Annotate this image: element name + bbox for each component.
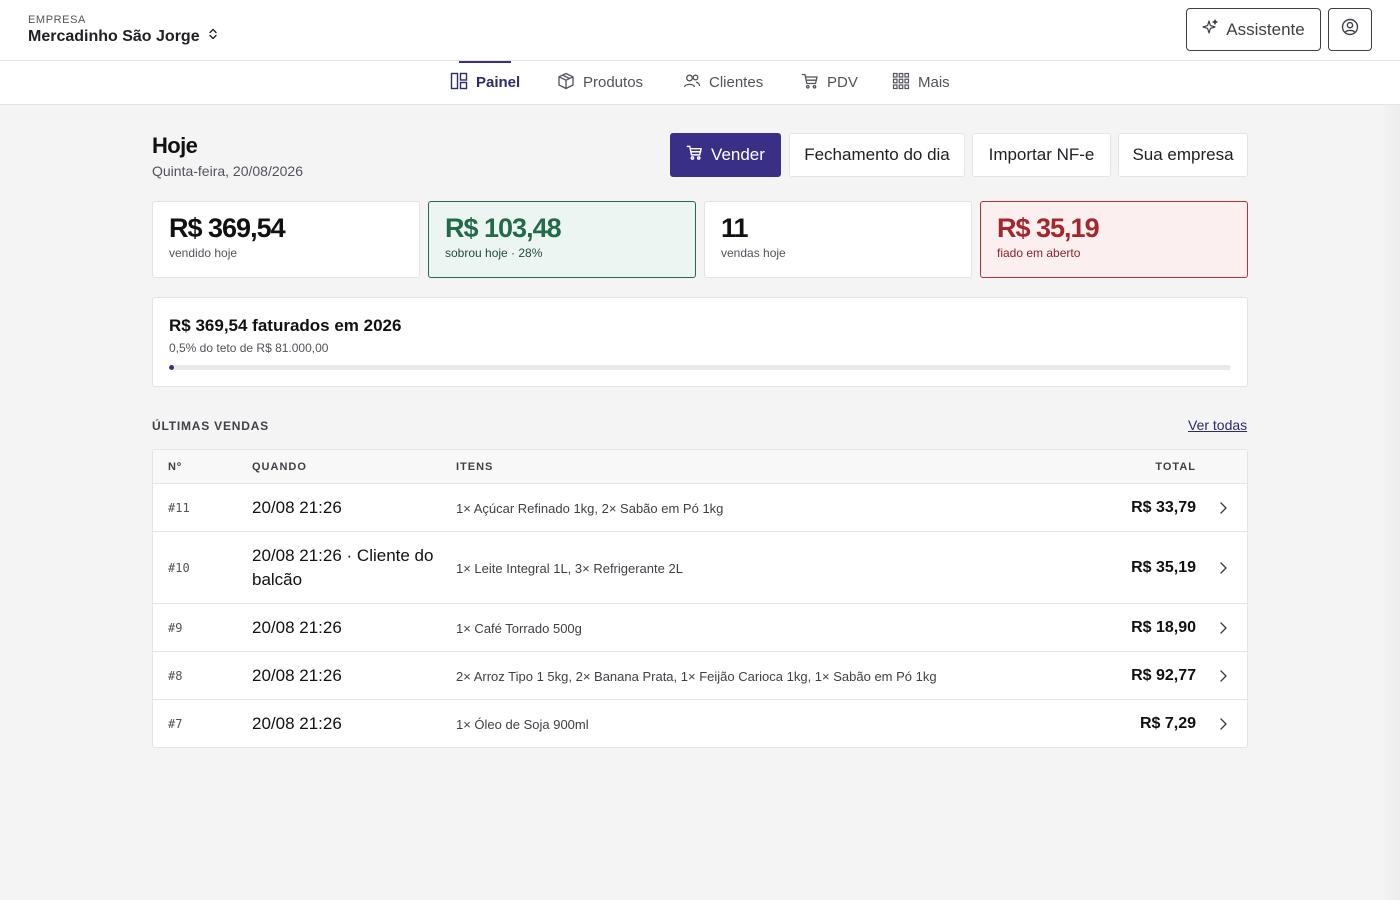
billing-subtitle: 0,5% do teto de R$ 81.000,00 xyxy=(169,341,329,355)
recent-sales-table: Nº QUANDO ITENS TOTAL #11 20/08 21:26 1×… xyxy=(152,449,1248,748)
nav-label: PDV xyxy=(827,74,858,91)
your-company-button[interactable]: Sua empresa xyxy=(1118,133,1248,177)
sale-items: 2× Arroz Tipo 1 5kg, 2× Banana Prata, 1×… xyxy=(456,668,937,684)
box-icon xyxy=(557,72,575,94)
chevron-right-icon xyxy=(1220,561,1227,574)
sale-total: R$ 18,90 xyxy=(1131,618,1196,636)
import-nfe-button[interactable]: Importar NF-e xyxy=(972,133,1111,177)
users-icon xyxy=(683,72,701,94)
kpi-label: vendas hoje xyxy=(721,246,786,260)
sale-items: 1× Açúcar Refinado 1kg, 2× Sabão em Pó 1… xyxy=(456,500,724,516)
nav-tab-mais[interactable]: Mais xyxy=(892,61,950,104)
page-date: Quinta-feira, 20/08/2026 xyxy=(152,163,303,179)
table-row[interactable]: #10 20/08 21:26 · Cliente do balcão 1× L… xyxy=(153,532,1247,604)
user-circle-icon xyxy=(1341,18,1359,41)
table-header: Nº QUANDO ITENS TOTAL xyxy=(153,450,1247,484)
sale-number: #8 xyxy=(168,668,183,683)
kpi-value: 11 xyxy=(721,213,749,243)
kpi-sold-today: R$ 369,54 vendido hoje xyxy=(152,201,420,278)
cart-icon xyxy=(801,72,819,94)
sale-number: #11 xyxy=(168,500,190,515)
company-switcher[interactable]: Mercadinho São Jorge xyxy=(28,27,220,46)
sale-items: 1× Leite Integral 1L, 3× Refrigerante 2L xyxy=(456,560,683,576)
nav-label: Mais xyxy=(918,74,950,91)
sale-when: 20/08 21:26 · Cliente do balcão xyxy=(252,545,434,589)
page-title: Hoje xyxy=(152,133,198,158)
table-row[interactable]: #9 20/08 21:26 1× Café Torrado 500g R$ 1… xyxy=(153,604,1247,652)
assistant-label: Assistente xyxy=(1226,19,1305,39)
table-row[interactable]: #7 20/08 21:26 1× Óleo de Soja 900ml R$ … xyxy=(153,700,1247,747)
scroll-edge-shadow xyxy=(1380,105,1400,900)
close-day-button[interactable]: Fechamento do dia xyxy=(789,133,965,177)
nav-label: Clientes xyxy=(709,74,764,91)
grid-icon xyxy=(892,72,910,94)
sell-button[interactable]: Vender xyxy=(670,133,781,177)
nav-label: Produtos xyxy=(583,74,644,91)
sell-label: Vender xyxy=(711,145,765,164)
chevron-right-icon xyxy=(1220,717,1227,730)
kpi-profit-today: R$ 103,48 sobrou hoje · 28% xyxy=(428,201,696,278)
nav-tab-painel[interactable]: Painel xyxy=(450,61,520,104)
table-row[interactable]: #8 20/08 21:26 2× Arroz Tipo 1 5kg, 2× B… xyxy=(153,652,1247,700)
kpi-sales-count: 11 vendas hoje xyxy=(704,201,972,278)
company-caption: EMPRESA xyxy=(28,14,86,26)
nav-tab-clientes[interactable]: Clientes xyxy=(683,61,763,104)
sale-when: 20/08 21:26 xyxy=(252,617,342,637)
cart-icon xyxy=(686,144,703,166)
sale-total: R$ 92,77 xyxy=(1131,666,1196,684)
chevron-right-icon xyxy=(1220,621,1227,634)
dashboard-icon xyxy=(450,72,468,94)
kpi-label: vendido hoje xyxy=(169,246,238,260)
profile-button[interactable] xyxy=(1328,8,1372,51)
chevron-right-icon xyxy=(1220,501,1227,514)
chevron-up-down-icon xyxy=(206,27,220,46)
annual-billing-card: R$ 369,54 faturados em 2026 0,5% do teto… xyxy=(152,297,1248,387)
column-header-items: ITENS xyxy=(456,461,494,473)
kpi-value: R$ 35,19 xyxy=(997,213,1100,243)
sale-when: 20/08 21:26 xyxy=(252,665,342,685)
sale-items: 1× Óleo de Soja 900ml xyxy=(456,716,589,732)
sale-total: R$ 35,19 xyxy=(1131,558,1196,576)
kpi-label: fiado em aberto xyxy=(997,246,1081,260)
nav-tab-pdv[interactable]: PDV xyxy=(801,61,858,104)
kpi-label: sobrou hoje · 28% xyxy=(445,246,543,260)
assistant-button[interactable]: Assistente xyxy=(1186,8,1321,51)
sale-when: 20/08 21:26 xyxy=(252,713,342,733)
sale-total: R$ 33,79 xyxy=(1131,498,1196,516)
billing-title: R$ 369,54 faturados em 2026 xyxy=(169,316,402,335)
column-header-total: TOTAL xyxy=(1155,461,1196,473)
see-all-link[interactable]: Ver todas xyxy=(1188,417,1247,433)
kpi-value: R$ 103,48 xyxy=(445,213,562,243)
sale-items: 1× Café Torrado 500g xyxy=(456,620,582,636)
chevron-right-icon xyxy=(1220,669,1227,682)
billing-progress-fill xyxy=(169,365,175,370)
top-header: EMPRESA Mercadinho São Jorge Assistente xyxy=(0,0,1400,61)
column-header-when: QUANDO xyxy=(252,461,307,473)
sale-total: R$ 7,29 xyxy=(1139,714,1196,732)
sale-number: #9 xyxy=(168,620,183,635)
main-nav: Painel Produtos Clientes PDV Mais xyxy=(0,61,1400,105)
sale-when: 20/08 21:26 xyxy=(252,497,342,517)
billing-progress-bar xyxy=(169,365,1231,370)
kpi-value: R$ 369,54 xyxy=(169,213,286,243)
sale-number: #10 xyxy=(168,560,190,575)
column-header-num: Nº xyxy=(168,461,182,473)
company-name: Mercadinho São Jorge xyxy=(28,27,200,45)
nav-tab-produtos[interactable]: Produtos xyxy=(557,61,643,104)
recent-sales-title: ÚLTIMAS VENDAS xyxy=(152,419,269,433)
nav-label: Painel xyxy=(476,74,521,91)
sparkle-icon xyxy=(1202,19,1218,40)
sale-number: #7 xyxy=(168,716,183,731)
kpi-credit-open: R$ 35,19 fiado em aberto xyxy=(980,201,1248,278)
table-row[interactable]: #11 20/08 21:26 1× Açúcar Refinado 1kg, … xyxy=(153,484,1247,532)
